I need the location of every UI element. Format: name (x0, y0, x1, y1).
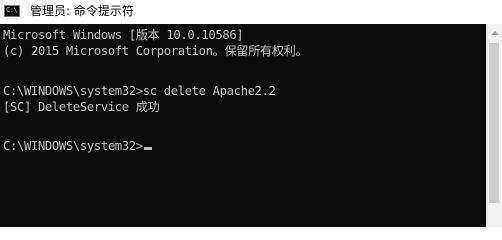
scroll-up-arrow-icon (490, 30, 499, 35)
console-line-result: [SC] DeleteService 成功 (3, 100, 160, 114)
console-line-version: Microsoft Windows [版本 10.0.10586] (3, 28, 244, 42)
text-cursor (143, 147, 152, 150)
scroll-up-button[interactable] (487, 24, 502, 41)
prompt-text: C:\WINDOWS\system32> (3, 139, 143, 153)
console-line-command: C:\WINDOWS\system32>sc delete Apache2.2 (3, 84, 276, 98)
console-app-icon-glyph: C:\ (6, 6, 18, 14)
vertical-scrollbar[interactable] (486, 24, 502, 227)
scrollbar-thumb[interactable] (489, 43, 499, 203)
console-line-prompt[interactable]: C:\WINDOWS\system32> (3, 138, 152, 154)
console-line-copyright: (c) 2015 Microsoft Corporation。保留所有权利。 (3, 44, 308, 58)
command-prompt-window: C:\ 管理员: 命令提示符 Microsoft Windows [版本 10.… (0, 0, 502, 227)
title-bar[interactable]: C:\ 管理员: 命令提示符 (0, 0, 502, 24)
console-app-icon[interactable]: C:\ (4, 5, 20, 17)
console-output-area[interactable]: Microsoft Windows [版本 10.0.10586] (c) 20… (0, 24, 486, 227)
window-title: 管理员: 命令提示符 (30, 4, 134, 18)
